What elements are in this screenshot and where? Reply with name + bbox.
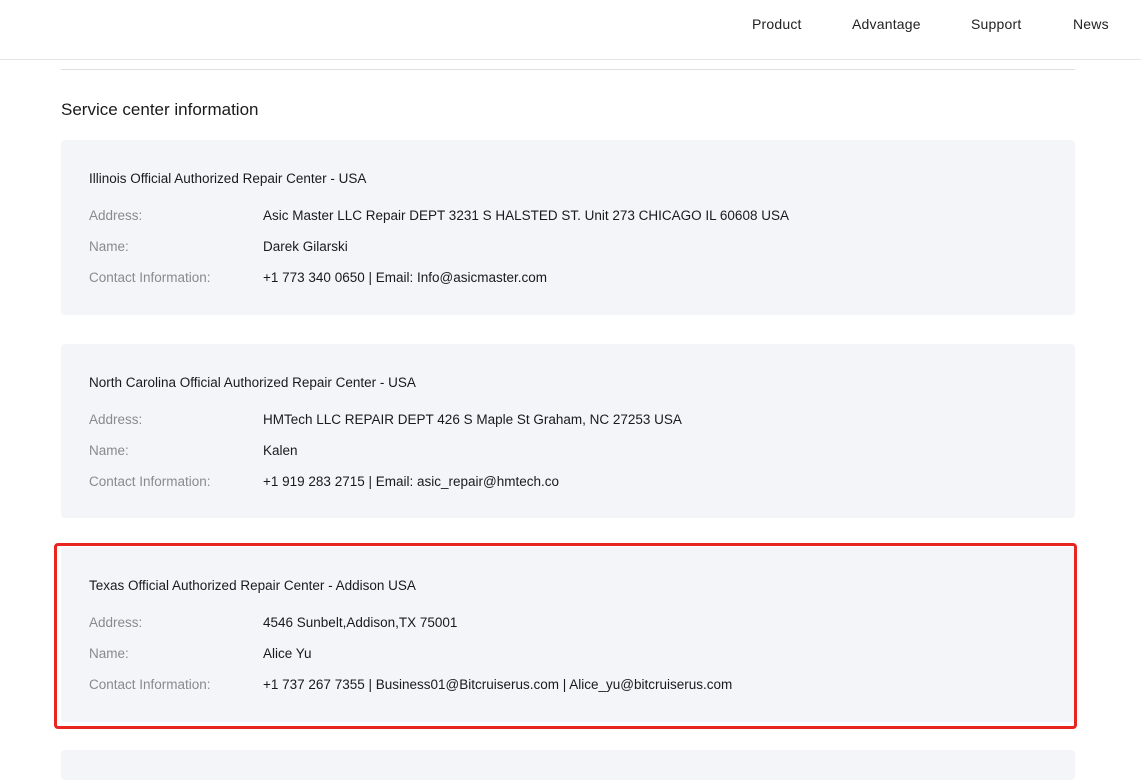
contact-value: +1 773 340 0650 | Email: Info@asicmaster… [263,270,547,285]
service-center-card-illinois: Illinois Official Authorized Repair Cent… [61,140,1075,315]
nav-item-advantage[interactable]: Advantage [852,16,921,32]
address-label: Address: [89,208,143,223]
contact-label: Contact Information: [89,677,211,692]
name-value: Alice Yu [263,646,312,661]
nav-item-product[interactable]: Product [752,16,802,32]
address-value: HMTech LLC REPAIR DEPT 426 S Maple St Gr… [263,412,682,427]
name-label: Name: [89,646,129,661]
section-divider [61,69,1075,70]
section-title: Service center information [61,100,259,119]
service-center-title: Illinois Official Authorized Repair Cent… [89,171,367,186]
contact-value: +1 919 283 2715 | Email: asic_repair@hmt… [263,474,560,489]
service-center-title: North Carolina Official Authorized Repai… [89,375,416,390]
name-value: Darek Gilarski [263,239,348,254]
contact-label: Contact Information: [89,270,211,285]
address-label: Address: [89,615,143,630]
top-navigation-bar: Product Advantage Support News [0,0,1141,60]
service-center-card-texas: Texas Official Authorized Repair Center … [61,547,1075,722]
name-label: Name: [89,443,129,458]
service-center-card-partial [61,750,1075,780]
service-center-title: Texas Official Authorized Repair Center … [89,578,416,593]
nav-item-support[interactable]: Support [971,16,1021,32]
name-value: Kalen [263,443,298,458]
contact-label: Contact Information: [89,474,211,489]
address-value: Asic Master LLC Repair DEPT 3231 S HALST… [263,208,789,223]
address-label: Address: [89,412,143,427]
service-center-card-north-carolina: North Carolina Official Authorized Repai… [61,344,1075,518]
address-value: 4546 Sunbelt,Addison,TX 75001 [263,615,458,630]
contact-value: +1 737 267 7355 | Business01@Bitcruiseru… [263,677,733,692]
name-label: Name: [89,239,129,254]
nav-item-news[interactable]: News [1073,16,1109,32]
